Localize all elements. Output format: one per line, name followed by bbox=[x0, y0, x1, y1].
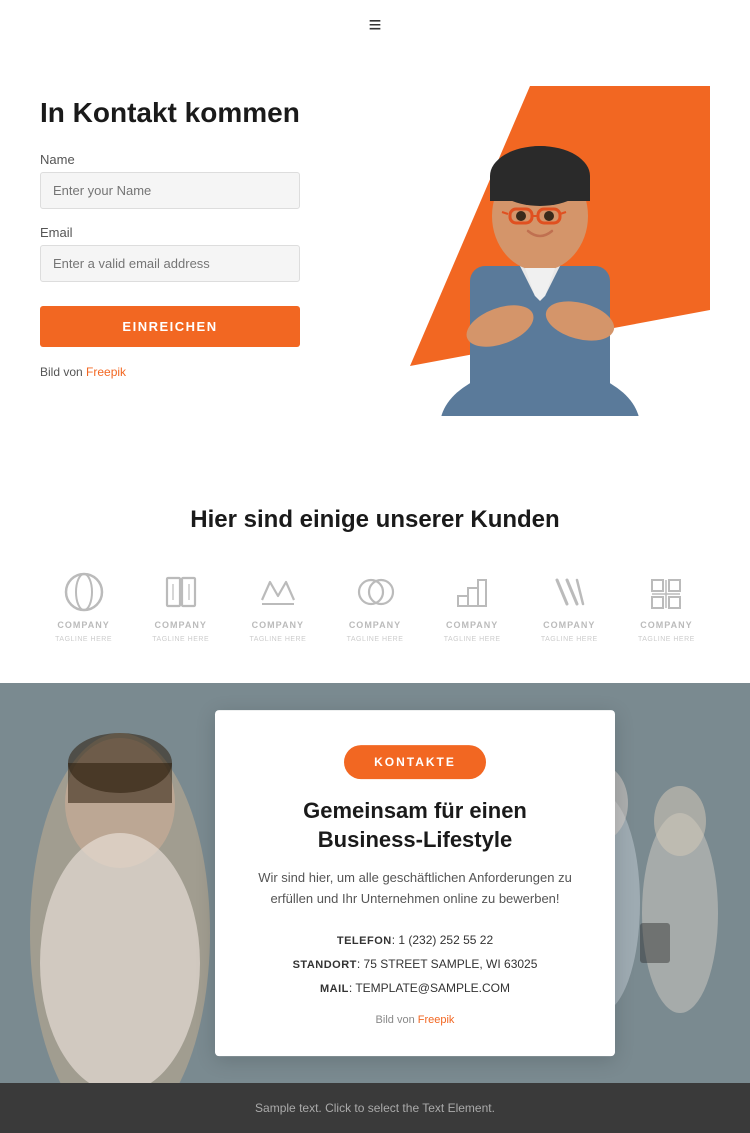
phone-row: TELEFON: 1 (232) 252 55 22 bbox=[255, 928, 575, 952]
email-label: Email bbox=[40, 225, 350, 240]
hero-image-area bbox=[350, 86, 710, 426]
submit-button[interactable]: EINREICHEN bbox=[40, 306, 300, 347]
cta-credit-prefix: Bild von bbox=[376, 1014, 415, 1026]
name-input[interactable] bbox=[40, 172, 300, 209]
logo-tagline-7: TAGLINE HERE bbox=[638, 636, 695, 643]
logo-tagline-4: TAGLINE HERE bbox=[347, 636, 404, 643]
logo-icon-2 bbox=[156, 569, 206, 614]
logo-tagline-1: TAGLINE HERE bbox=[55, 636, 112, 643]
client-logo-3: COMPANY TAGLINE HERE bbox=[234, 569, 321, 643]
name-form-group: Name bbox=[40, 152, 350, 209]
email-form-group: Email bbox=[40, 225, 350, 282]
logo-name-5: COMPANY bbox=[446, 620, 498, 630]
cta-card: KONTAKTE Gemeinsam für einen Business-Li… bbox=[215, 710, 615, 1056]
email-row: MAIL: TEMPLATE@SAMPLE.COM bbox=[255, 976, 575, 1000]
contact-info: TELEFON: 1 (232) 252 55 22 STANDORT: 75 … bbox=[255, 928, 575, 1000]
credit-prefix: Bild von bbox=[40, 365, 83, 379]
email-input[interactable] bbox=[40, 245, 300, 282]
hamburger-icon[interactable]: ≡ bbox=[369, 14, 382, 36]
logo-name-6: COMPANY bbox=[543, 620, 595, 630]
cta-title: Gemeinsam für einen Business-Lifestyle bbox=[255, 797, 575, 854]
logo-name-1: COMPANY bbox=[57, 620, 109, 630]
logo-tagline-3: TAGLINE HERE bbox=[249, 636, 306, 643]
client-logo-2: COMPANY TAGLINE HERE bbox=[137, 569, 224, 643]
hero-form-area: In Kontakt kommen Name Email EINREICHEN … bbox=[40, 86, 350, 379]
phone-value: 1 (232) 252 55 22 bbox=[398, 933, 493, 947]
logo-name-7: COMPANY bbox=[640, 620, 692, 630]
clients-section: Hier sind einige unserer Kunden COMPANY … bbox=[0, 456, 750, 683]
client-logo-4: COMPANY TAGLINE HERE bbox=[331, 569, 418, 643]
client-logo-6: COMPANY TAGLINE HERE bbox=[526, 569, 613, 643]
hero-person-image bbox=[370, 96, 710, 416]
phone-label: TELEFON bbox=[337, 935, 392, 947]
logo-name-2: COMPANY bbox=[155, 620, 207, 630]
hero-credit: Bild von Freepik bbox=[40, 365, 350, 379]
person-svg bbox=[380, 106, 700, 416]
address-label: STANDORT bbox=[293, 959, 357, 971]
logo-icon-4 bbox=[350, 569, 400, 614]
hero-section: In Kontakt kommen Name Email EINREICHEN … bbox=[0, 46, 750, 456]
email-contact-label: MAIL bbox=[320, 983, 349, 995]
logo-icon-3 bbox=[253, 569, 303, 614]
footer-text[interactable]: Sample text. Click to select the Text El… bbox=[20, 1101, 730, 1115]
email-contact-value: TEMPLATE@SAMPLE.COM bbox=[355, 981, 510, 995]
logo-tagline-5: TAGLINE HERE bbox=[444, 636, 501, 643]
logo-icon-1 bbox=[59, 569, 109, 614]
footer: Sample text. Click to select the Text El… bbox=[0, 1083, 750, 1133]
name-label: Name bbox=[40, 152, 350, 167]
cta-credit: Bild von Freepik bbox=[255, 1014, 575, 1026]
hero-title: In Kontakt kommen bbox=[40, 96, 350, 130]
logo-tagline-6: TAGLINE HERE bbox=[541, 636, 598, 643]
logo-name-3: COMPANY bbox=[252, 620, 304, 630]
client-logo-1: COMPANY TAGLINE HERE bbox=[40, 569, 127, 643]
client-logo-7: COMPANY TAGLINE HERE bbox=[623, 569, 710, 643]
logo-icon-5 bbox=[447, 569, 497, 614]
logo-icon-6 bbox=[544, 569, 594, 614]
kontakte-button[interactable]: KONTAKTE bbox=[344, 745, 486, 779]
logo-icon-7 bbox=[641, 569, 691, 614]
logo-name-4: COMPANY bbox=[349, 620, 401, 630]
credit-link[interactable]: Freepik bbox=[86, 365, 126, 379]
client-logo-5: COMPANY TAGLINE HERE bbox=[429, 569, 516, 643]
address-row: STANDORT: 75 STREET SAMPLE, WI 63025 bbox=[255, 952, 575, 976]
cta-description: Wir sind hier, um alle geschäftlichen An… bbox=[255, 868, 575, 910]
header: ≡ bbox=[0, 0, 750, 46]
cta-section: KONTAKTE Gemeinsam für einen Business-Li… bbox=[0, 683, 750, 1083]
address-value: 75 STREET SAMPLE, WI 63025 bbox=[364, 957, 538, 971]
clients-logos-row: COMPANY TAGLINE HERE COMPANY TAGLINE HER… bbox=[40, 569, 710, 643]
logo-tagline-2: TAGLINE HERE bbox=[152, 636, 209, 643]
cta-credit-link[interactable]: Freepik bbox=[418, 1014, 455, 1026]
clients-title: Hier sind einige unserer Kunden bbox=[40, 506, 710, 534]
